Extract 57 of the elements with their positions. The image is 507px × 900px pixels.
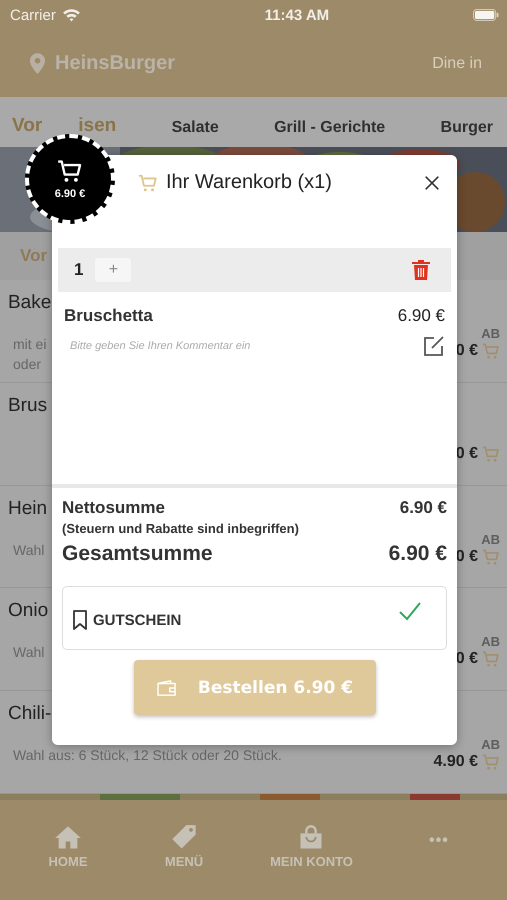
restaurant-name: HeinsBurger	[55, 52, 176, 75]
dish-name: Brus	[8, 394, 48, 417]
trash-icon[interactable]	[411, 259, 431, 281]
item-price: 6.90 €	[398, 306, 445, 326]
close-icon[interactable]	[423, 174, 441, 192]
dialog-title: Ihr Warenkorb (x1)	[166, 171, 333, 194]
cart-icon	[138, 172, 158, 192]
nav-item[interactable]: •••	[408, 824, 469, 850]
dish-description: oder	[13, 356, 42, 372]
wifi-icon	[62, 8, 81, 22]
category-tab[interactable]: Burger	[436, 119, 497, 137]
net-total-label: Nettosumme	[62, 498, 165, 518]
category-tab-fragment[interactable]: isen	[74, 115, 120, 137]
dish-name: Bake	[8, 292, 52, 314]
edit-icon[interactable]	[421, 334, 445, 358]
dish-name: Hein	[8, 498, 48, 520]
cart-icon[interactable]	[482, 444, 500, 463]
cart-icon[interactable]	[482, 753, 500, 772]
dish-description: Wahl aus: 6 Stück, 12 Stück oder 20 Stück.	[13, 747, 282, 764]
cart-icon[interactable]	[482, 342, 500, 360]
wallet-icon	[156, 678, 178, 696]
quantity-value: 1	[74, 260, 84, 280]
grand-total-value: 6.90 €	[388, 542, 447, 566]
category-tab[interactable]: Vor	[8, 115, 46, 137]
category-tab[interactable]: Salate	[168, 119, 223, 137]
dish-price: 4.90 €	[434, 753, 478, 772]
order-mode-link[interactable]: Dine in	[432, 54, 482, 72]
carrier-label: Carrier	[10, 6, 56, 24]
cart-icon	[57, 158, 83, 184]
clock: 11:43 AM	[264, 6, 330, 24]
nav-item[interactable]: HOME	[38, 824, 98, 869]
price-prefix: AB	[481, 737, 500, 754]
location-pin-icon	[30, 53, 45, 74]
cart-icon[interactable]	[482, 650, 500, 668]
bookmark-icon	[73, 610, 87, 630]
price-prefix: AB	[481, 634, 500, 650]
tax-note: (Steuern und Rabatte sind inbegriffen)	[62, 521, 300, 536]
nav-item[interactable]: MENÜ	[154, 824, 214, 869]
net-total-value: 6.90 €	[400, 498, 447, 518]
voucher-field[interactable]: GUTSCHEIN	[62, 586, 447, 650]
section-heading: Vor	[20, 246, 48, 266]
price-prefix: AB	[481, 532, 500, 548]
dish-description: Wahl	[13, 644, 46, 660]
order-button[interactable]: Bestellen 6.90 €	[134, 660, 376, 715]
dish-description: mit ei	[13, 336, 48, 352]
item-name: Bruschetta	[64, 306, 153, 326]
increase-button[interactable]: +	[95, 258, 132, 282]
nav-item[interactable]: MEIN KONTO	[270, 824, 353, 869]
comment-field[interactable]: Bitte geben Sie Ihren Kommentar ein	[70, 336, 413, 356]
price-prefix: AB	[481, 326, 500, 342]
cart-icon[interactable]	[482, 548, 500, 566]
grand-total-label: Gesamtsumme	[62, 542, 213, 566]
battery-icon	[472, 9, 499, 21]
category-tab[interactable]: Grill - Gerichte	[270, 119, 390, 137]
dish-name: Chili-	[8, 703, 52, 726]
dish-name: Onio	[8, 600, 48, 622]
dish-description: Wahl	[13, 542, 46, 558]
